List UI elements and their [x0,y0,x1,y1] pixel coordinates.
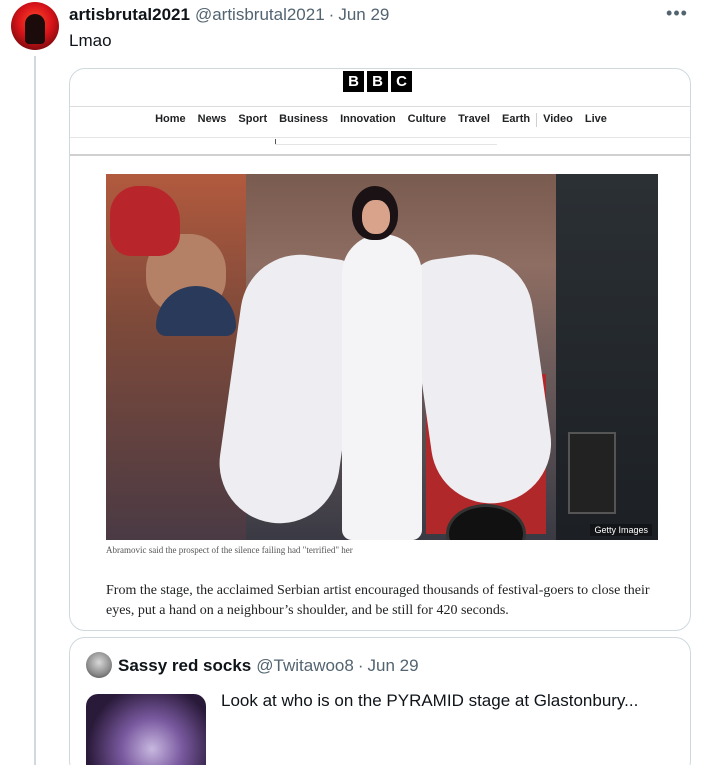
nav-item-live: Live [584,113,607,125]
quoted-handle: @Twitawoo8 [256,656,354,675]
nav-item-business: Business [279,113,329,125]
logo-letter-2: B [367,71,388,92]
quoted-avatar [86,652,112,678]
quoted-header: Sassy red socks @Twitawoo8 · Jun 29 [118,656,419,676]
quoted-tweet[interactable]: Sassy red socks @Twitawoo8 · Jun 29 Look… [69,637,691,765]
nav-item-culture: Culture [407,113,447,125]
nav-divider-top [70,106,690,107]
nav-item-video: Video [543,113,573,125]
nav-item-home: Home [155,113,186,125]
news-photo: Getty Images [106,174,658,540]
logo-letter-1: B [343,71,364,92]
quoted-separator: · [357,656,364,675]
nav-item-earth: Earth [501,113,531,125]
quoted-display-name: Sassy red socks [118,656,252,675]
nav-rule [70,154,690,156]
quoted-date: Jun 29 [367,656,419,675]
avatar-figure [25,14,45,44]
tweet-text: Lmao [69,31,112,50]
tweet-header: artisbrutal2021 @artisbrutal2021 · Jun 2… [69,4,389,26]
quoted-thumbnail[interactable] [86,694,206,765]
amplifier-shape [568,432,616,514]
quoted-text: Look at who is on the PYRAMID stage at G… [221,691,639,710]
nav-item-sport: Sport [238,113,268,125]
nav-divider-bottom [70,137,690,138]
separator: · [328,5,335,24]
article-text: From the stage, the acclaimed Serbian ar… [106,583,650,618]
thread-line [34,56,36,765]
user-handle[interactable]: @artisbrutal2021 [195,5,325,25]
bbc-nav: Home News Sport Business Innovation Cult… [70,113,690,127]
avatar[interactable] [11,2,59,50]
performer-face [362,200,390,234]
media-card[interactable]: B B C Home News Sport Business Innovatio… [69,68,691,631]
tweet-date[interactable]: Jun 29 [338,5,389,25]
nav-item-travel: Travel [458,113,490,125]
nav-item-news: News [197,113,227,125]
nav-item-innovation: Innovation [340,113,396,125]
photo-caption: Abramovic said the prospect of the silen… [106,545,353,555]
nav-subline [275,144,497,145]
bbc-logo: B B C [343,71,412,92]
more-options-icon[interactable]: ••• [665,4,689,24]
bandana-shape [110,186,180,256]
logo-letter-3: C [391,71,412,92]
photo-credit: Getty Images [590,524,652,536]
display-name[interactable]: artisbrutal2021 [69,5,190,25]
dress-body [342,234,422,540]
